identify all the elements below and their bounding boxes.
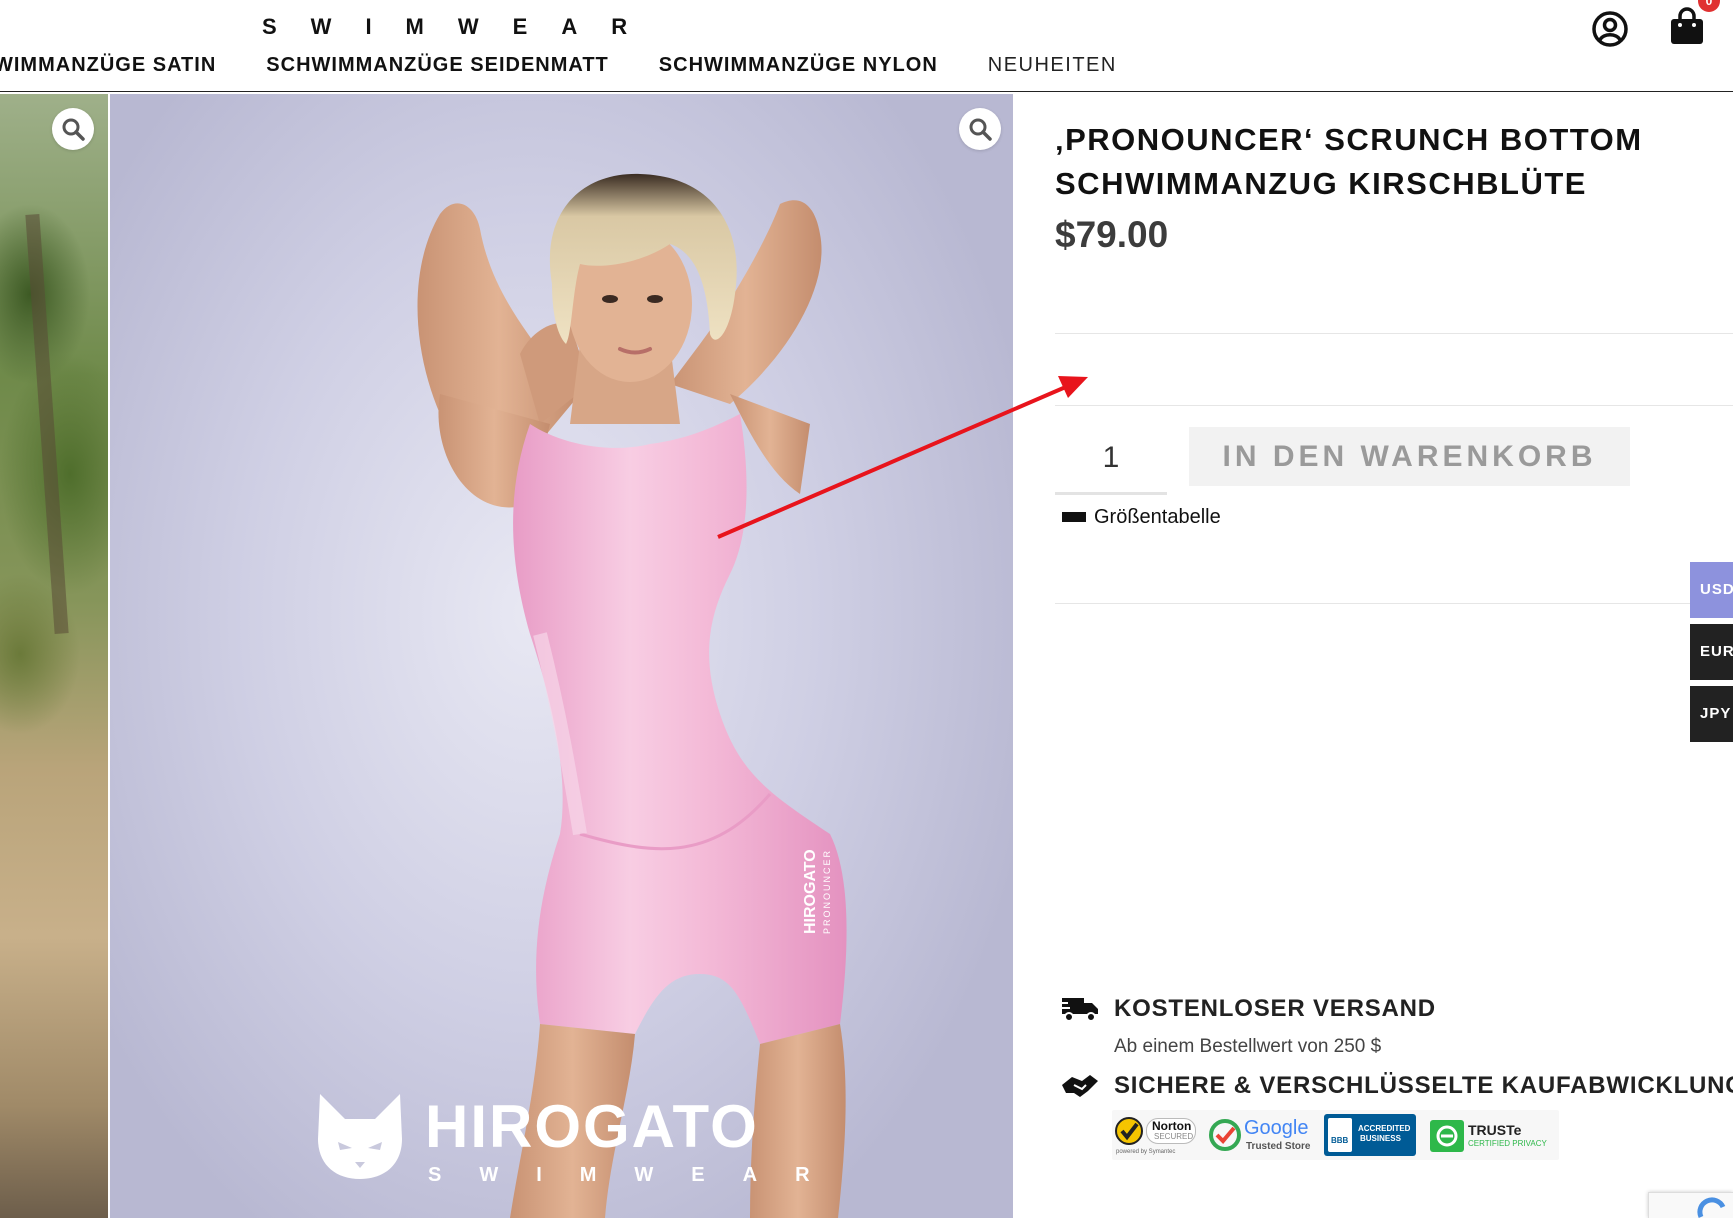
zoom-button-main[interactable] xyxy=(959,108,1001,150)
logo-subtitle: SWIMWEAR xyxy=(262,14,662,39)
nav-item-seidenmatt[interactable]: SCHWIMMANZÜGE SEIDENMATT xyxy=(266,54,609,77)
brand-watermark: HIROGATO SWIMWEAR xyxy=(310,1084,830,1194)
watermark-sub: SWIMWEAR xyxy=(428,1164,848,1186)
norton-check-icon xyxy=(1115,1117,1143,1145)
currency-eur-label: EUR xyxy=(1700,643,1733,660)
divider-bottom xyxy=(1055,603,1733,604)
feature-shipping: KOSTENLOSER VERSAND xyxy=(1060,994,1436,1024)
norton-symantec: powered by Symantec xyxy=(1116,1149,1176,1155)
bbb-business: BUSINESS xyxy=(1360,1134,1401,1143)
norton-badge: Norton SECURED powered by Symantec xyxy=(1114,1114,1198,1156)
secure-title: SICHERE & VERSCHLÜSSELTE KAUFABWICKLUNG xyxy=(1114,1072,1733,1099)
truck-icon xyxy=(1060,998,1098,1022)
shipping-title: KOSTENLOSER VERSAND xyxy=(1114,995,1436,1022)
truste-certified: CERTIFIED PRIVACY xyxy=(1468,1139,1547,1148)
model-figure: HIROGATO PRONOUNCER xyxy=(417,173,847,1218)
nav-item-satin[interactable]: WIMMANZÜGE SATIN xyxy=(0,54,216,77)
main-nav: WIMMANZÜGE SATIN SCHWIMMANZÜGE SEIDENMAT… xyxy=(0,52,1167,78)
truste-badge: TRUSTe CERTIFIED PRIVACY xyxy=(1430,1114,1556,1156)
magnifier-icon xyxy=(62,118,85,141)
site-logo[interactable]: SWIMWEAR xyxy=(260,0,700,39)
product-main-image[interactable]: HIROGATO PRONOUNCER HIROGATO SWIMWEAR xyxy=(110,94,1013,1218)
magnifier-icon xyxy=(969,118,992,141)
nav-item-nylon[interactable]: SCHWIMMANZÜGE NYLON xyxy=(659,54,938,77)
divider-top xyxy=(1055,333,1733,334)
currency-jpy-label: JPY xyxy=(1700,705,1732,722)
handshake-icon xyxy=(1062,1075,1098,1097)
divider-variations xyxy=(1055,405,1733,406)
cat-logo-icon xyxy=(318,1094,402,1179)
recaptcha-badge[interactable] xyxy=(1648,1192,1733,1218)
product-title-line-1: ‚PRONOUNCER‘ SCRUNCH BOTTOM xyxy=(1055,122,1643,157)
currency-jpy[interactable]: JPY xyxy=(1690,686,1733,742)
recaptcha-icon xyxy=(1697,1197,1726,1218)
shipping-subtitle: Ab einem Bestellwert von 250 $ xyxy=(1114,1036,1382,1057)
gallery-thumbnail-previous[interactable] xyxy=(0,94,108,1218)
product-price: $79.00 xyxy=(1055,214,1169,255)
account-icon[interactable] xyxy=(1591,10,1629,48)
google-check-icon xyxy=(1209,1119,1241,1151)
bbb-badge: BBB ACCREDITED BUSINESS xyxy=(1324,1114,1416,1156)
size-chart-link[interactable]: Größentabelle xyxy=(1062,504,1221,530)
norton-secured: SECURED xyxy=(1154,1132,1194,1141)
trust-badges: Norton SECURED powered by Symantec Googl… xyxy=(1112,1110,1559,1160)
zoom-button-left[interactable] xyxy=(52,108,94,150)
tree-trunk xyxy=(25,214,69,634)
add-to-cart-button[interactable]: IN DEN WARENKORB xyxy=(1189,427,1630,486)
truste-label: TRUSTe xyxy=(1468,1122,1522,1138)
bbb-mark: BBB xyxy=(1331,1136,1349,1145)
suit-print-sub: PRONOUNCER xyxy=(822,849,832,934)
feature-secure: SICHERE & VERSCHLÜSSELTE KAUFABWICKLUNG xyxy=(1060,1071,1733,1101)
ruler-icon xyxy=(1062,512,1086,522)
watermark-brand: HIROGATO xyxy=(425,1093,759,1160)
quantity-input[interactable]: 1 xyxy=(1055,425,1167,495)
size-chart-label: Größentabelle xyxy=(1094,505,1221,528)
currency-usd[interactable]: USD xyxy=(1690,562,1733,618)
site-header: SWIMWEAR WIMMANZÜGE SATIN SCHWIMMANZÜGE … xyxy=(0,0,1733,92)
truste-e-icon xyxy=(1436,1125,1458,1147)
suit-print-brand: HIROGATO xyxy=(802,849,819,934)
norton-label: Norton xyxy=(1152,1119,1192,1133)
google-trusted: Trusted Store xyxy=(1246,1141,1311,1152)
product-title: ‚PRONOUNCER‘ SCRUNCH BOTTOM SCHWIMMANZUG… xyxy=(1055,118,1695,206)
bbb-accredited: ACCREDITED xyxy=(1358,1124,1411,1133)
google-badge: Google Trusted Store xyxy=(1208,1114,1312,1156)
nav-item-neuheiten[interactable]: NEUHEITEN xyxy=(988,54,1117,77)
currency-usd-label: USD xyxy=(1700,581,1733,598)
product-title-line-2: SCHWIMMANZUG KIRSCHBLÜTE xyxy=(1055,166,1587,201)
google-label: Google xyxy=(1244,1117,1309,1139)
cart-icon[interactable] xyxy=(1668,6,1706,46)
currency-eur[interactable]: EUR xyxy=(1690,624,1733,680)
